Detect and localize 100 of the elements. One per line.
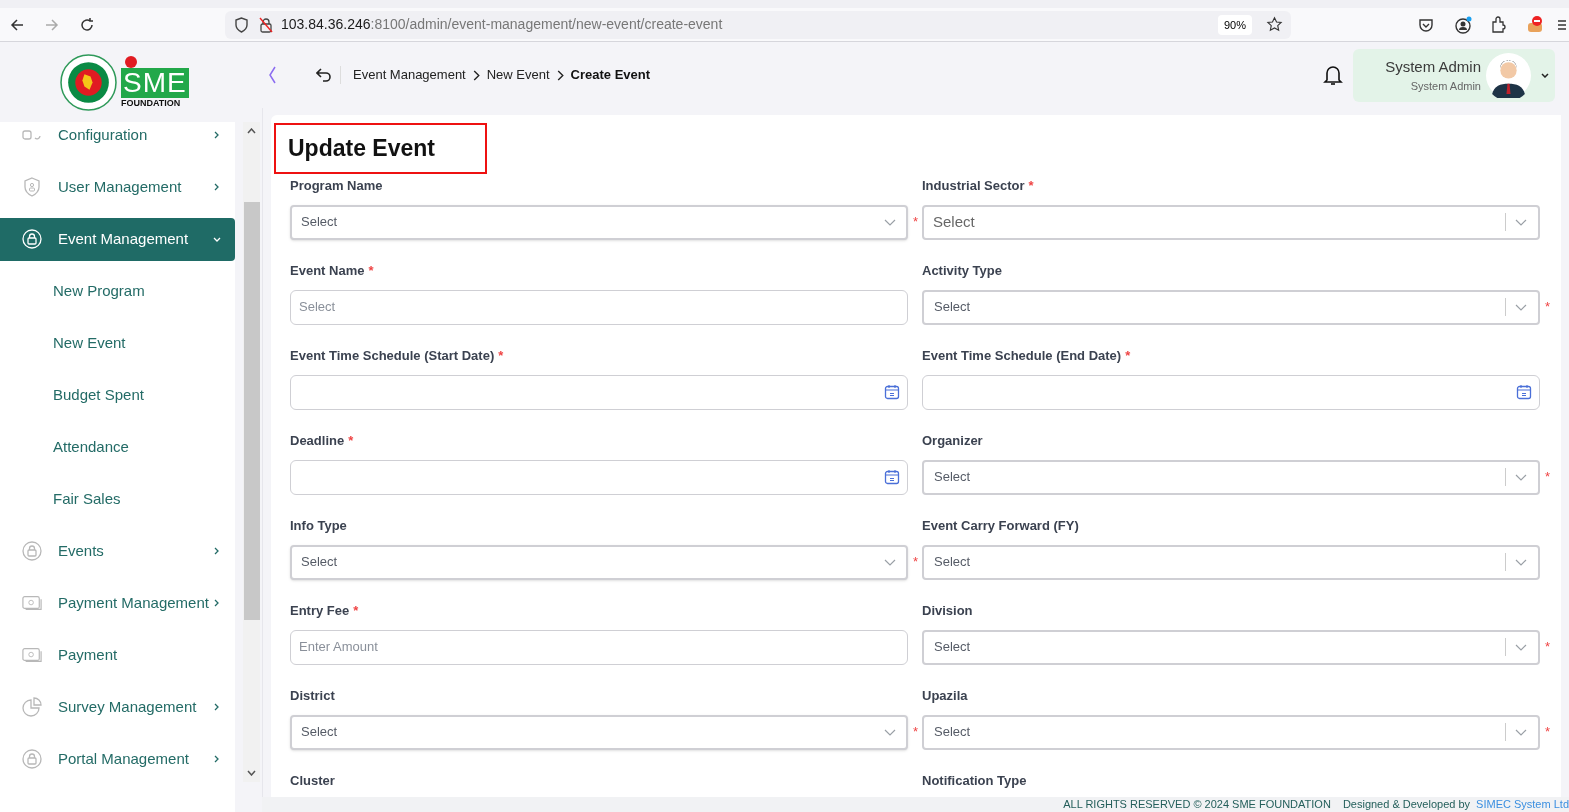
user-card[interactable]: System Admin System Admin [1353,48,1555,102]
avatar [1486,52,1531,98]
sidebar-item[interactable]: Payment Management [0,577,235,629]
input-field[interactable]: Enter Amount [290,629,908,665]
banknote-icon [22,593,42,613]
select-field[interactable]: Select [290,204,908,240]
lock-icon [22,749,42,769]
calendar-icon [1516,384,1532,400]
copyright-text: ALL RIGHTS RESERVED © 2024 SME FOUNDATION [1063,797,1331,812]
required-mark: * [913,213,919,232]
breadcrumb-link[interactable]: Event Management [353,65,466,85]
required-mark: * [1545,723,1551,742]
required-mark: * [1545,468,1551,487]
select-field[interactable]: Select [922,629,1540,665]
scroll-up-icon[interactable] [247,128,256,134]
select-field[interactable]: Select [922,459,1540,495]
sidebar-subitem[interactable]: Budget Spent [53,383,144,407]
field-label: Division [922,602,973,620]
sidebar-item[interactable]: Configuration [0,122,235,161]
required-mark: * [1125,347,1131,365]
sidebar-item[interactable]: Portal Management [0,733,235,785]
reload-icon[interactable] [79,16,95,33]
sidebar-item[interactable]: Events [0,525,235,577]
banknote-icon [22,645,42,665]
chevron-down-icon [1515,218,1527,226]
field-label: Industrial Sector [922,177,1025,195]
chevron-right-icon [214,599,219,607]
select-field[interactable]: Select [290,544,908,580]
shield-icon [234,16,249,33]
sidebar-item[interactable]: Survey Management [0,681,235,733]
field-label: Upazila [922,687,968,705]
logo-caption: FOUNDATION [121,97,181,109]
lock-icon [259,16,273,33]
url-text[interactable]: 103.84.36.246:8100/admin/event-management/new-event/create-event [281,14,723,35]
required-mark: * [368,262,374,280]
select-field[interactable]: Select [922,289,1540,325]
sidebar-subitem[interactable]: Attendance [53,435,129,459]
sidebar-item[interactable]: Event Management [0,217,235,261]
date-field[interactable] [922,374,1540,410]
undo-icon[interactable] [316,68,332,82]
chevron-right-icon [472,69,480,81]
chevron-down-icon [1515,643,1527,651]
caret-icon[interactable] [1541,72,1549,78]
calendar-icon [884,469,900,485]
breadcrumb-link[interactable]: New Event [486,65,550,85]
extensions-icon[interactable] [1490,16,1507,33]
select-field[interactable]: Select [922,544,1540,580]
shield-icon [22,177,42,197]
field-label: Program Name [290,177,383,195]
select-field[interactable]: Select [922,204,1540,240]
required-mark: * [1545,638,1551,657]
back-icon[interactable] [9,16,25,33]
field-label: Deadline [290,432,345,450]
account-icon[interactable] [1454,15,1472,34]
required-mark: * [1028,177,1034,195]
chevron-right-icon [214,131,219,139]
menu-icon[interactable] [1558,18,1566,31]
chevron-right-icon [556,69,564,81]
select-field[interactable]: Select [290,714,908,750]
chevron-right-icon [214,547,219,555]
star-icon[interactable] [1266,16,1283,33]
date-field[interactable] [290,374,908,410]
scroll-down-icon[interactable] [247,770,256,776]
sidebar-subitem[interactable]: Fair Sales [53,487,121,511]
field-label: Event Time Schedule (Start Date) [290,347,495,365]
select-field[interactable]: Select [922,714,1540,750]
scrollbar[interactable] [243,122,260,782]
required-mark: * [348,432,354,450]
calendar-icon [884,384,900,400]
chevron-down-icon [1515,303,1527,311]
required-mark: * [913,723,919,742]
sidebar-subitem[interactable]: New Event [53,331,126,355]
form-title: Update Event [274,123,487,174]
sidebar-item[interactable]: User Management [0,161,235,213]
emblem-icon [60,53,117,111]
lock-icon [22,229,42,249]
zoom-level[interactable]: 90% [1217,14,1252,35]
field-label: Info Type [290,517,347,535]
chevron-down-icon [1515,473,1527,481]
required-mark: * [353,602,359,620]
pocket-icon[interactable] [1418,16,1434,33]
input-field[interactable]: Select [290,289,908,325]
field-label: District [290,687,335,705]
sidebar-subitem[interactable]: New Program [53,279,145,303]
field-label: Event Carry Forward (FY) [922,517,1079,535]
user-name: System Admin [1385,56,1481,77]
logo-wordmark: SME [121,67,189,98]
bell-icon[interactable] [1323,64,1343,86]
chevron-right-icon [214,755,219,763]
collapse-icon[interactable] [268,66,276,84]
scroll-thumb[interactable] [243,202,260,620]
date-field[interactable] [290,459,908,495]
sidebar-item[interactable]: Payment [0,629,235,681]
field-label: Event Name [290,262,365,280]
required-mark: * [913,553,919,572]
address-bar[interactable]: 103.84.36.246:8100/admin/event-management/new-event/create-event 90% [225,10,1291,39]
chevron-down-icon [884,218,896,226]
credit-text: Designed & Developed by [1342,797,1471,812]
field-label: Activity Type [922,262,1002,280]
chevron-down-icon [884,728,896,736]
